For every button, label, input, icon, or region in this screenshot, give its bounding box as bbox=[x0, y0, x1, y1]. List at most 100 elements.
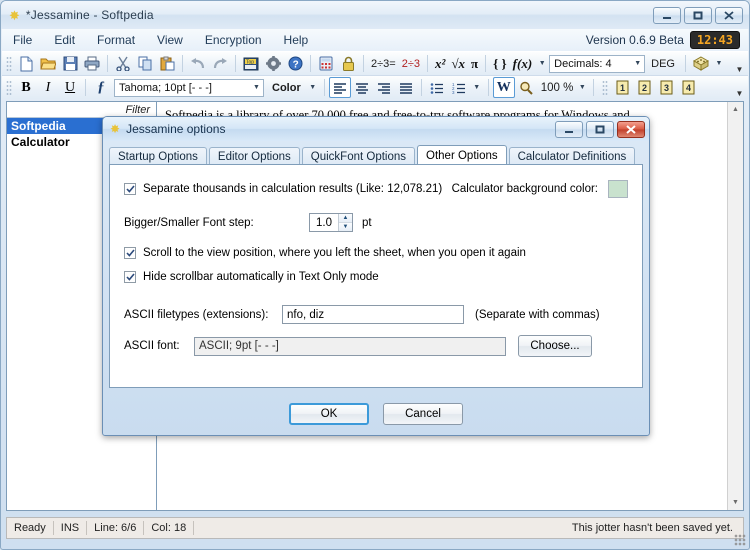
separate-thousands-checkbox[interactable] bbox=[124, 183, 136, 195]
menu-item-file[interactable]: File bbox=[2, 31, 43, 49]
help-icon[interactable]: ? bbox=[284, 53, 306, 74]
font-step-spinner[interactable]: 1.0 ▲ ▼ bbox=[309, 213, 353, 232]
menu-item-view[interactable]: View bbox=[146, 31, 194, 49]
tab-quickfont-options[interactable]: QuickFont Options bbox=[301, 147, 416, 165]
ascii-filetypes-input[interactable]: nfo, diz bbox=[282, 305, 464, 324]
dialog-maximize-button[interactable] bbox=[586, 121, 614, 138]
scroll-up-icon[interactable]: ▲ bbox=[728, 102, 743, 117]
page-button-1[interactable]: 1 bbox=[611, 77, 633, 98]
dialog-button-row: OK Cancel bbox=[103, 403, 649, 425]
lock-icon[interactable] bbox=[337, 53, 359, 74]
menu-item-format[interactable]: Format bbox=[86, 31, 146, 49]
minimize-button[interactable] bbox=[653, 7, 681, 24]
square-button[interactable]: x² bbox=[432, 56, 448, 72]
copy-icon[interactable] bbox=[134, 53, 156, 74]
cancel-button[interactable]: Cancel bbox=[383, 403, 463, 425]
toolbar-overflow-button[interactable]: ▼ bbox=[733, 54, 746, 74]
zoom-dropdown[interactable]: ▼ bbox=[575, 78, 589, 98]
open-folder-icon[interactable] bbox=[37, 53, 59, 74]
svg-text:2: 2 bbox=[642, 83, 647, 93]
ok-button[interactable]: OK bbox=[289, 403, 369, 425]
evaluate-label[interactable]: 2÷3= bbox=[368, 58, 399, 70]
calculator-icon[interactable] bbox=[315, 53, 337, 74]
maximize-button[interactable] bbox=[684, 7, 712, 24]
redo-icon[interactable] bbox=[209, 53, 231, 74]
bullet-list-icon[interactable] bbox=[426, 77, 448, 98]
toolbar-overflow-button[interactable]: ▼ bbox=[733, 78, 746, 98]
font-step-label: Bigger/Smaller Font step: bbox=[124, 216, 254, 229]
braces-button[interactable]: { } bbox=[490, 56, 510, 72]
scroll-to-view-checkbox[interactable] bbox=[124, 247, 136, 259]
paste-icon[interactable] bbox=[156, 53, 178, 74]
save-disk-icon[interactable] bbox=[59, 53, 81, 74]
hide-scrollbar-checkbox[interactable] bbox=[124, 271, 136, 283]
decimals-value: Decimals: 4 bbox=[554, 57, 612, 70]
pi-button[interactable]: π bbox=[468, 56, 481, 72]
script-font-button[interactable]: ƒ bbox=[90, 77, 112, 98]
top-icon[interactable]: Top bbox=[240, 53, 262, 74]
underline-button[interactable]: U bbox=[59, 77, 81, 98]
magnifier-icon[interactable] bbox=[515, 77, 537, 98]
toolbar-grip[interactable] bbox=[6, 79, 12, 96]
spinner-down-icon[interactable]: ▼ bbox=[339, 223, 352, 231]
angle-unit-label[interactable]: DEG bbox=[645, 58, 681, 70]
evaluate-red-label[interactable]: 2÷3 bbox=[399, 58, 423, 70]
toolbar-separator bbox=[487, 79, 489, 96]
dialog-close-button[interactable] bbox=[617, 121, 645, 138]
calculator-bg-color-swatch[interactable] bbox=[608, 180, 628, 198]
align-right-icon[interactable] bbox=[373, 77, 395, 98]
tab-calculator-definitions[interactable]: Calculator Definitions bbox=[508, 147, 636, 165]
page-button-4[interactable]: 4 bbox=[677, 77, 699, 98]
toolbar-separator bbox=[182, 55, 183, 72]
italic-button[interactable]: I bbox=[37, 77, 59, 98]
font-step-arrows[interactable]: ▲ ▼ bbox=[338, 214, 352, 231]
spinner-up-icon[interactable]: ▲ bbox=[339, 214, 352, 223]
color-dropdown[interactable]: ▼ bbox=[306, 78, 320, 98]
sqrt-button[interactable]: √x bbox=[448, 56, 468, 72]
font-step-value: 1.0 bbox=[316, 216, 332, 229]
dialog-title-bar: ✸ Jessamine options bbox=[103, 117, 649, 141]
undo-icon[interactable] bbox=[187, 53, 209, 74]
align-center-icon[interactable] bbox=[351, 77, 373, 98]
print-icon[interactable] bbox=[81, 53, 103, 74]
word-wrap-button[interactable]: W bbox=[492, 77, 515, 98]
options-dialog: ✸ Jessamine options Startup Options Edit… bbox=[102, 116, 650, 436]
font-combo[interactable]: Tahoma; 10pt [- - -] ▼ bbox=[114, 78, 264, 97]
page-button-2[interactable]: 2 bbox=[633, 77, 655, 98]
toolbar-separator bbox=[593, 79, 595, 96]
dialog-minimize-button[interactable] bbox=[555, 121, 583, 138]
cut-scissors-icon[interactable] bbox=[112, 53, 134, 74]
bold-button[interactable]: B bbox=[15, 77, 37, 98]
menu-item-encryption[interactable]: Encryption bbox=[194, 31, 273, 49]
menu-item-edit[interactable]: Edit bbox=[43, 31, 86, 49]
tab-editor-options[interactable]: Editor Options bbox=[208, 147, 300, 165]
font-value: Tahoma; 10pt [- - -] bbox=[119, 81, 212, 94]
gear-icon[interactable] bbox=[262, 53, 284, 74]
tab-startup-options[interactable]: Startup Options bbox=[109, 147, 207, 165]
tab-other-options[interactable]: Other Options bbox=[417, 145, 507, 165]
choose-font-button[interactable]: Choose... bbox=[518, 335, 592, 357]
color-button[interactable]: Color bbox=[264, 82, 306, 94]
dice-dropdown[interactable]: ▼ bbox=[712, 54, 726, 74]
numbered-list-icon[interactable]: 123 bbox=[448, 77, 470, 98]
dice-icon[interactable] bbox=[690, 53, 712, 74]
toolbar-grip[interactable] bbox=[6, 55, 12, 72]
list-dropdown[interactable]: ▼ bbox=[470, 78, 484, 98]
align-left-icon[interactable] bbox=[328, 77, 351, 98]
function-button[interactable]: f(x) bbox=[510, 56, 536, 72]
zoom-value: 100 % bbox=[540, 81, 574, 94]
toolbar-grip[interactable] bbox=[602, 79, 609, 96]
function-dropdown[interactable]: ▼ bbox=[535, 54, 549, 74]
page-button-3[interactable]: 3 bbox=[655, 77, 677, 98]
window-controls bbox=[653, 7, 743, 24]
dialog-body: Separate thousands in calculation result… bbox=[109, 164, 643, 388]
menu-item-help[interactable]: Help bbox=[273, 31, 320, 49]
ascii-filetypes-hint: (Separate with commas) bbox=[475, 308, 600, 321]
editor-scrollbar[interactable]: ▲ ▼ bbox=[727, 102, 743, 510]
align-justify-icon[interactable] bbox=[395, 77, 417, 98]
close-button[interactable] bbox=[715, 7, 743, 24]
decimals-combo[interactable]: Decimals: 4 ▼ bbox=[549, 54, 646, 73]
window-resize-grip[interactable] bbox=[734, 534, 746, 546]
scroll-down-icon[interactable]: ▼ bbox=[728, 495, 743, 510]
new-document-icon[interactable] bbox=[15, 53, 37, 74]
